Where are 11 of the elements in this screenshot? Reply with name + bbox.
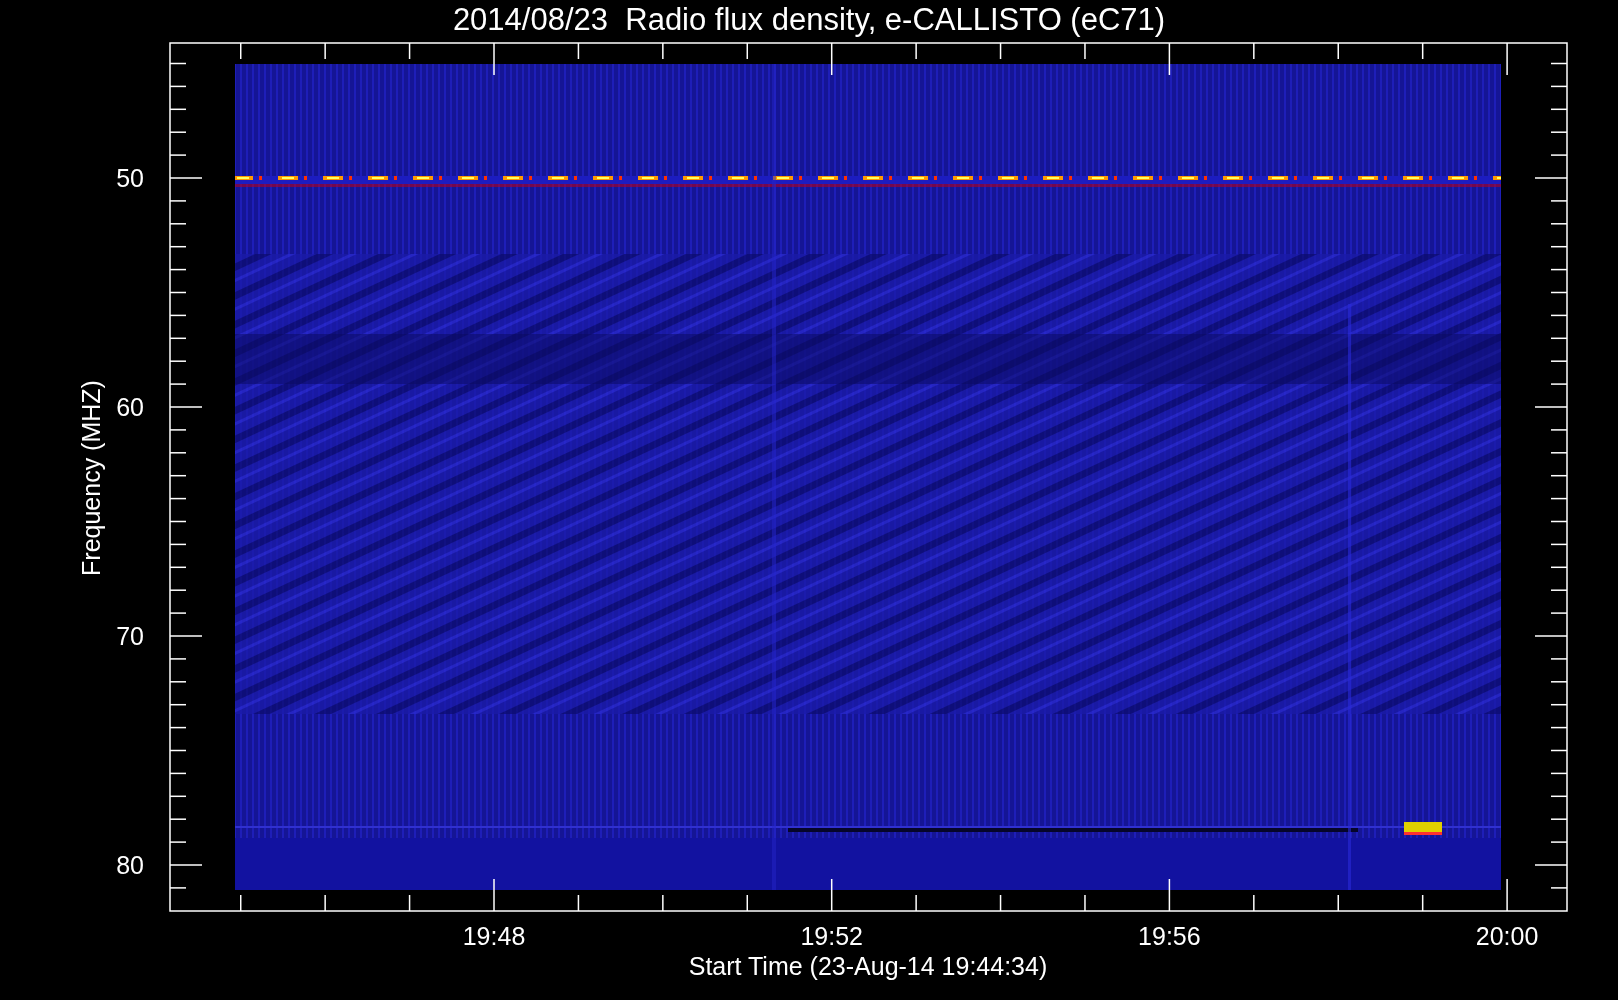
y-axis-label: Frequency (MHZ): [77, 380, 105, 576]
x-tick-label: 20:00: [1475, 922, 1539, 950]
y-tick-label: 50: [116, 164, 144, 192]
chart-title: 2014/08/23 Radio flux density, e-CALLISTO (eC71): [452, 2, 1166, 37]
y-tick-label: 60: [116, 393, 144, 421]
x-tick-label: 19:56: [1138, 922, 1201, 950]
x-tick-label: 19:48: [462, 922, 526, 950]
x-axis-label: Start Time (23-Aug-14 19:44:34): [688, 952, 1048, 980]
y-tick-label: 70: [116, 622, 144, 650]
x-tick-label: 19:52: [800, 922, 863, 950]
y-tick-label: 80: [116, 851, 144, 879]
